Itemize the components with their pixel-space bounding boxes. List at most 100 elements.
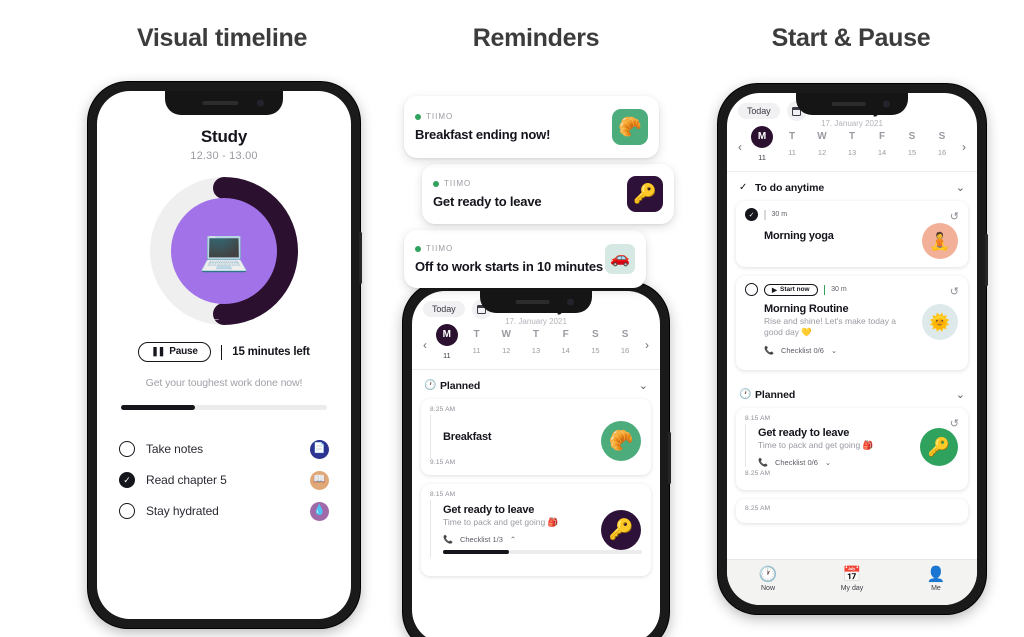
week-day-friday[interactable]: F 14: [871, 131, 893, 162]
week-day-wednesday[interactable]: W 12: [811, 131, 833, 162]
nav-item-now[interactable]: 🕐 Now: [759, 567, 778, 592]
task-card-next[interactable]: 8.25 AM: [736, 499, 968, 523]
session-progress-fill: [121, 405, 196, 410]
pause-button[interactable]: ❚❚ Pause: [138, 342, 211, 362]
task-checklist-toggle[interactable]: 📞 Checklist 0/6 ⌄: [764, 346, 913, 355]
nav-label: Me: [931, 585, 941, 592]
phone1-screen: Study 12.30 - 13.00 💻 ← ❚❚ Pause 15 minu…: [97, 91, 351, 619]
timer-handle-arrow[interactable]: ←: [210, 313, 221, 324]
week-day-monday[interactable]: M 11: [435, 324, 458, 360]
checklist-item[interactable]: Take notes 📄: [119, 434, 329, 465]
chevron-down-icon[interactable]: ⌄: [956, 181, 965, 194]
week-day-wednesday[interactable]: W 12: [495, 329, 517, 360]
day-letter: T: [532, 329, 539, 340]
day-letter: S: [938, 131, 946, 142]
day-letter: M: [435, 324, 458, 346]
week-day-tuesday[interactable]: T 11: [781, 131, 803, 162]
day-letter: F: [878, 131, 886, 142]
week-day-tuesday[interactable]: T 11: [466, 329, 488, 360]
section-header-planned[interactable]: 🕐 Planned ⌄: [412, 370, 660, 399]
task-start-time: 8.25 AM: [430, 406, 456, 413]
clock-icon: 🕐: [424, 380, 437, 391]
checklist-item[interactable]: Stay hydrated 💧: [119, 496, 329, 527]
notification-app-name: TIIMO: [444, 179, 472, 188]
week-day-sunday[interactable]: S 16: [614, 329, 636, 360]
task-card-morning-yoga[interactable]: ↺ ✓ 30 m Morning yoga 🧘: [736, 201, 968, 267]
week-day-saturday[interactable]: S 15: [901, 131, 923, 162]
start-now-label: Start now: [780, 286, 810, 293]
task-card-get-ready[interactable]: 8.15 AM Get ready to leave Time to pack …: [421, 484, 651, 576]
week-day-thursday[interactable]: T 13: [525, 329, 547, 360]
checkbox-morning-yoga[interactable]: ✓: [745, 208, 758, 221]
repeat-icon[interactable]: ↺: [950, 285, 959, 298]
section-title: Planned: [440, 379, 481, 392]
divider-vertical: [764, 209, 766, 220]
week-day-monday[interactable]: M 11: [751, 126, 773, 162]
circular-timer[interactable]: 💻 ←: [149, 176, 299, 326]
task-subtitle: Rise and shine! Let's make today a good …: [764, 316, 897, 338]
day-number: 11: [758, 153, 766, 162]
speaker-grille: [515, 300, 550, 304]
session-progress-bar: [121, 405, 327, 410]
front-camera-icon: [567, 298, 575, 306]
prev-week-arrow[interactable]: ‹: [418, 338, 432, 352]
chevron-down-icon[interactable]: ⌄: [825, 458, 831, 467]
day-number: 11: [442, 351, 451, 360]
repeat-icon[interactable]: ↺: [950, 417, 959, 430]
chevron-up-icon[interactable]: ⌃: [510, 535, 516, 544]
checkbox-take-notes[interactable]: [119, 441, 135, 457]
notification-app-line: TIIMO: [415, 244, 605, 253]
task-title: Morning Routine: [764, 303, 849, 315]
day-letter: S: [621, 329, 629, 340]
notification-card[interactable]: TIIMO Breakfast ending now! 🥐: [404, 96, 659, 158]
day-number: 14: [877, 148, 887, 157]
checklist-label: Checklist 1/3: [459, 535, 503, 545]
task-card-get-ready[interactable]: ↺ 8.15 AM Get ready to leave Time to pac…: [736, 408, 968, 490]
next-week-arrow[interactable]: ›: [640, 338, 654, 352]
task-card-morning-routine[interactable]: ↺ ▶ Start now 30 m Morning Routine Rise …: [736, 276, 968, 370]
chevron-down-icon[interactable]: ⌄: [639, 379, 648, 392]
section-header-todo-anytime[interactable]: ✓ To do anytime ⌄: [727, 172, 977, 201]
next-week-arrow[interactable]: ›: [957, 140, 971, 154]
today-button[interactable]: Today: [423, 301, 465, 317]
start-now-button[interactable]: ▶ Start now: [764, 283, 818, 296]
prev-week-arrow[interactable]: ‹: [733, 140, 747, 154]
notification-text: TIIMO Breakfast ending now!: [415, 112, 612, 142]
checklist-progress-bar: [443, 550, 642, 555]
nav-item-my-day[interactable]: 📅 My day: [841, 567, 864, 592]
day-letter: T: [848, 131, 856, 142]
checklist-label: Checklist 0/6: [774, 458, 818, 468]
notification-text: TIIMO Get ready to leave: [433, 179, 627, 209]
notification-card[interactable]: TIIMO Off to work starts in 10 minutes 🚗: [404, 230, 646, 288]
day-letter: S: [908, 131, 916, 142]
notification-card[interactable]: TIIMO Get ready to leave 🔑: [422, 164, 674, 224]
check-icon: ✓: [739, 182, 748, 193]
notification-message: Get ready to leave: [433, 194, 542, 209]
task-start-time: 8.15 AM: [430, 491, 456, 498]
today-button[interactable]: Today: [738, 103, 780, 119]
chevron-down-icon[interactable]: ⌄: [831, 346, 837, 355]
app-dot-icon: [415, 113, 421, 120]
week-day-thursday[interactable]: T 13: [841, 131, 863, 162]
day-number: 11: [472, 346, 481, 355]
chevron-down-icon[interactable]: ⌄: [956, 388, 965, 401]
section-header-planned[interactable]: 🕐 Planned ⌄: [727, 379, 977, 408]
task-emoji: 🔑: [601, 510, 641, 550]
week-day-friday[interactable]: F 14: [555, 329, 577, 360]
checklist-item[interactable]: ✓ Read chapter 5 📖: [119, 465, 329, 496]
week-day-sunday[interactable]: S 16: [931, 131, 953, 162]
checkbox-morning-routine[interactable]: [745, 283, 758, 296]
nav-label: Now: [761, 585, 776, 592]
checkbox-read-chapter[interactable]: ✓: [119, 472, 135, 488]
task-meta-row: ✓ 30 m: [745, 208, 959, 221]
day-number: 15: [591, 346, 600, 355]
checkbox-stay-hydrated[interactable]: [119, 503, 135, 519]
week-day-saturday[interactable]: S 15: [584, 329, 606, 360]
session-time-range: 12.30 - 13.00: [190, 150, 258, 162]
task-meta-row: ▶ Start now 30 m: [745, 283, 959, 296]
week-days: M 11 T 11 W 12 T 13 F 14 S 15 S 16: [432, 324, 640, 360]
task-checklist-toggle[interactable]: 📞 Checklist 0/6 ⌄: [758, 458, 913, 467]
repeat-icon[interactable]: ↺: [950, 210, 959, 223]
task-card-breakfast[interactable]: 8.25 AM Breakfast 9.15 AM 🥐: [421, 399, 651, 475]
nav-item-me[interactable]: 👤 Me: [927, 567, 946, 592]
